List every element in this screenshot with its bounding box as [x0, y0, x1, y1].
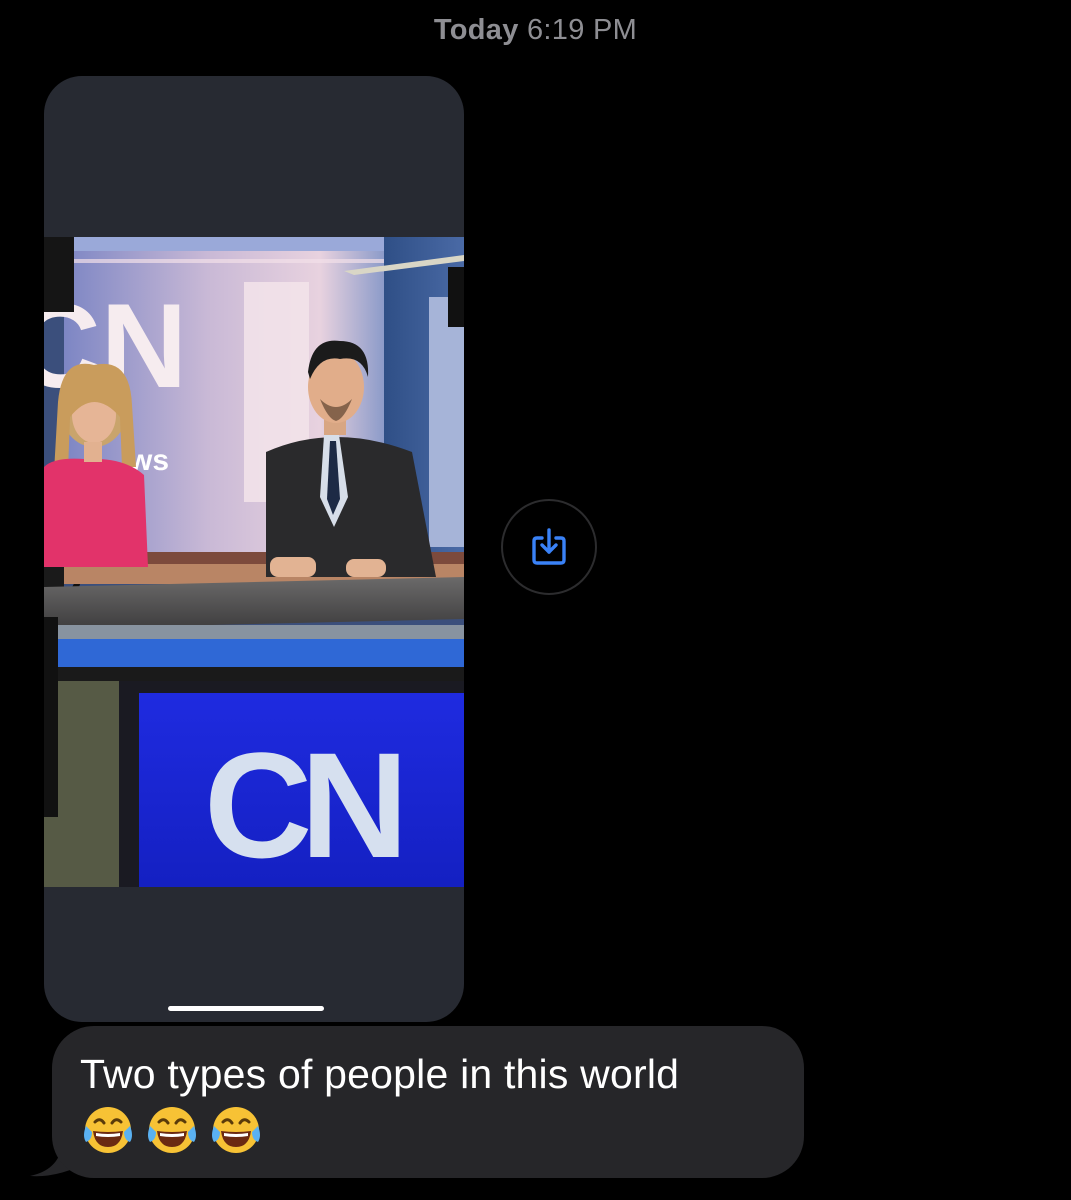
- message-text: Two types of people in this world: [80, 1051, 680, 1097]
- message-bubble[interactable]: Two types of people in this world: [52, 1026, 804, 1178]
- emoji-row: [80, 1102, 774, 1158]
- timestamp-day: Today: [433, 14, 519, 46]
- desk-logo-text: CN: [204, 721, 399, 887]
- face-with-tears-of-joy-icon: [148, 1107, 196, 1153]
- square-arrow-down-icon: [532, 528, 566, 565]
- face-with-tears-of-joy-icon: [84, 1107, 132, 1153]
- timestamp-time: 6:19 PM: [527, 14, 638, 46]
- conversation-view: Today 6:19 PM CN ws CN Two types of peop…: [0, 0, 1071, 1200]
- home-indicator: [168, 1006, 324, 1011]
- screenshot-attachment[interactable]: CN ws CN: [44, 76, 464, 1022]
- message-timestamp: Today 6:19 PM: [0, 14, 1071, 47]
- save-attachment-button[interactable]: [501, 499, 597, 595]
- news-studio-photo: CN ws CN: [44, 237, 464, 887]
- face-with-tears-of-joy-icon: [212, 1107, 260, 1153]
